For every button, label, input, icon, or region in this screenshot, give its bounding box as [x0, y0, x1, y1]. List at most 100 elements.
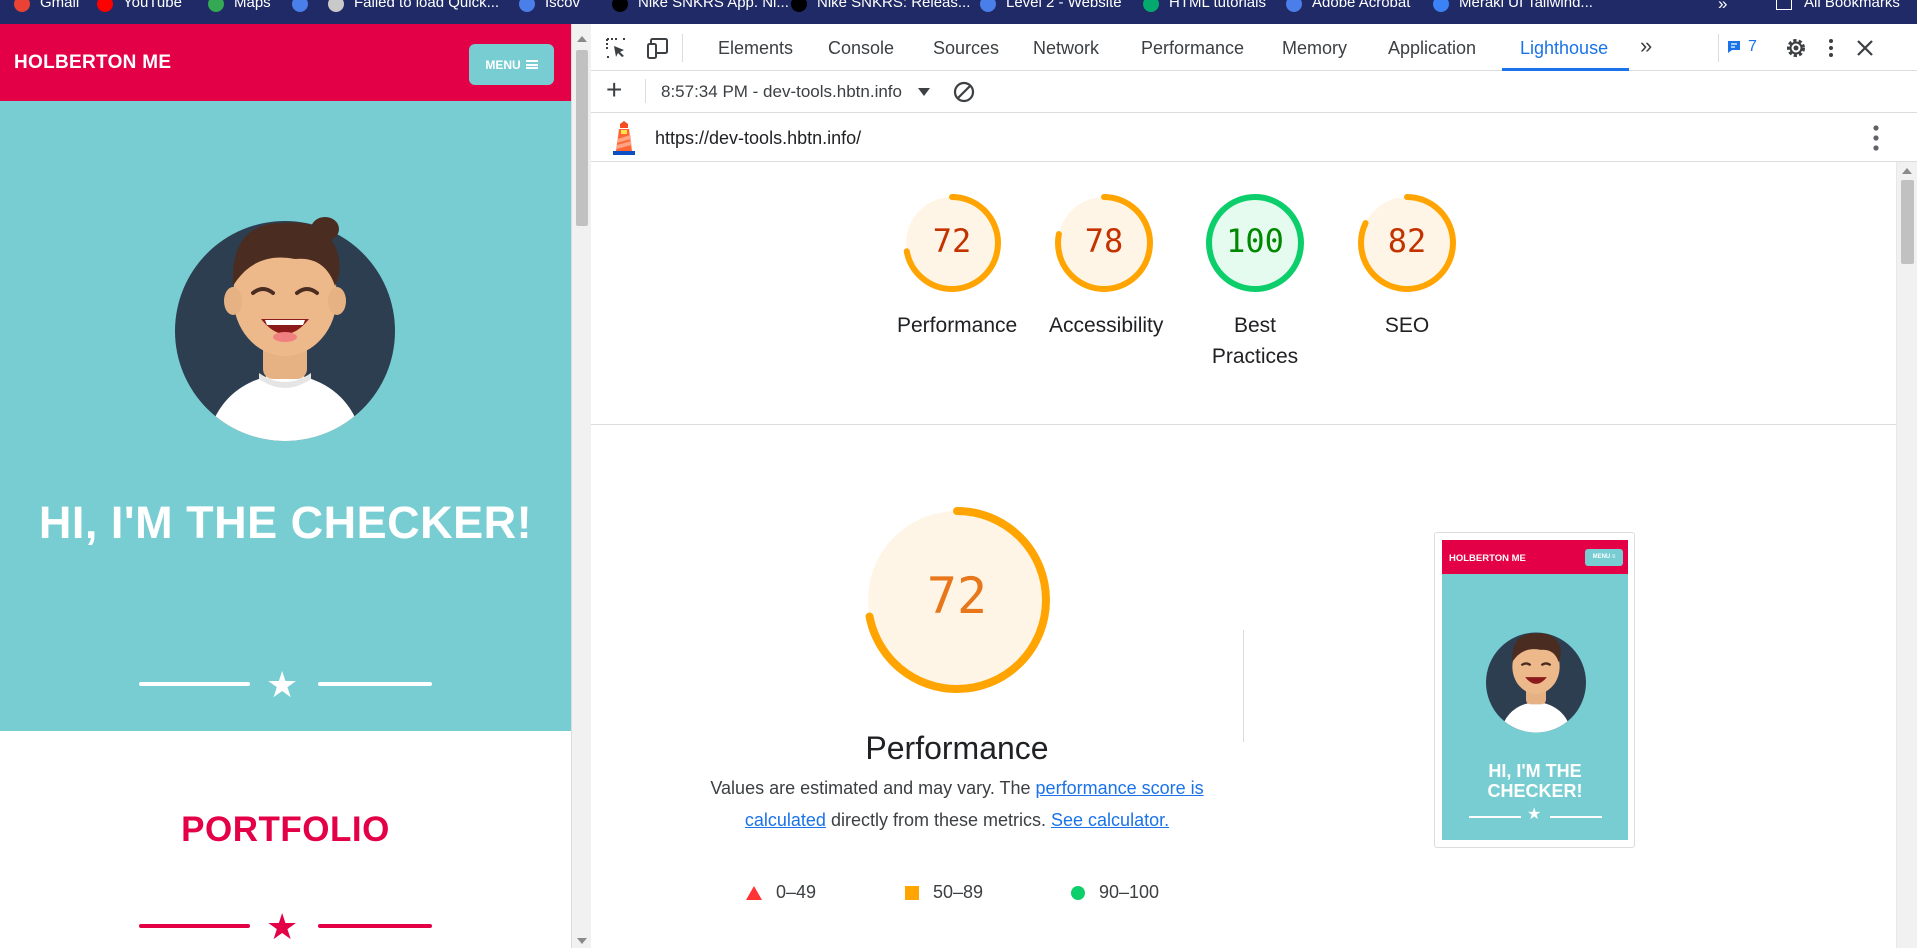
legend-fail: 0–49	[746, 882, 816, 903]
issues-counter[interactable]: 7	[1726, 38, 1757, 56]
triangle-icon	[746, 885, 762, 900]
report-select[interactable]: 8:57:34 PM - dev-tools.hbtn.info	[661, 82, 911, 102]
square-icon	[905, 885, 919, 900]
website-viewport: HOLBERTON ME MENU HI, I'M THE CHECKER! ★…	[0, 24, 571, 948]
score-legend: 0–49 50–89 90–100	[746, 882, 1206, 906]
new-report-button[interactable]: +	[606, 75, 622, 105]
bookmark-label: Iscov	[545, 0, 581, 11]
hamburger-icon	[525, 60, 538, 69]
all-bookmarks-label: All Bookmarks	[1804, 0, 1900, 11]
thumbnail-menu: MENU ≡	[1585, 549, 1623, 566]
legend-average: 50–89	[905, 882, 983, 903]
more-options-icon[interactable]	[1819, 36, 1843, 60]
globe-icon	[1286, 0, 1302, 12]
portfolio-divider: ★	[0, 907, 571, 947]
gauge-score: 82	[1387, 222, 1427, 260]
bookmark-label: Maps	[234, 0, 271, 11]
scroll-up-icon[interactable]	[577, 36, 587, 42]
site-brand[interactable]: HOLBERTON ME	[14, 52, 171, 74]
scroll-up-icon[interactable]	[1902, 168, 1912, 174]
avatar-image	[175, 217, 395, 441]
performance-description: Values are estimated and may vary. The p…	[706, 772, 1208, 836]
close-icon[interactable]	[1853, 36, 1877, 60]
hero-title: HI, I'M THE CHECKER!	[38, 497, 533, 548]
bookmark-item[interactable]: Gmail	[14, 0, 79, 14]
more-tabs-chevron-icon[interactable]: »	[1640, 33, 1652, 59]
report-url-bar: https://dev-tools.hbtn.info/	[591, 113, 1917, 162]
thumbnail-title: HI, I'M THE CHECKER!	[1487, 761, 1583, 801]
gauge-performance[interactable]: 72 Performance	[897, 192, 1017, 341]
tab-memory[interactable]: Memory	[1282, 38, 1347, 59]
summary-divider	[591, 424, 1896, 425]
legend-pass-range: 90–100	[1099, 882, 1160, 902]
lighthouse-report: 72 Performance 78 Accessibility 100 Best Prac…	[591, 162, 1896, 948]
gauge-ring: 72	[901, 192, 1003, 294]
page-icon	[328, 0, 344, 12]
gauge-ring: 78	[1053, 192, 1155, 294]
tab-application[interactable]: Application	[1388, 38, 1476, 59]
vertical-divider	[1243, 630, 1244, 742]
see-calculator-link[interactable]: See calculator.	[1051, 810, 1169, 830]
report-scrollbar[interactable]	[1896, 162, 1917, 948]
gauge-best-practices[interactable]: 100 Best Practices	[1200, 192, 1310, 372]
inspect-element-icon[interactable]	[604, 36, 628, 60]
bookmarks-bar: Gmail YouTube Maps Failed to load Quick... I…	[0, 0, 1917, 24]
bookmark-item[interactable]	[292, 0, 318, 14]
scrollbar-thumb[interactable]	[1901, 180, 1914, 264]
tab-performance[interactable]: Performance	[1141, 38, 1244, 59]
divider-line-left	[139, 682, 250, 686]
gauge-seo[interactable]: 82 SEO	[1352, 192, 1462, 341]
globe-icon	[519, 0, 535, 12]
lighthouse-toolbar: + 8:57:34 PM - dev-tools.hbtn.info	[591, 71, 1917, 113]
report-url[interactable]: https://dev-tools.hbtn.info/	[655, 128, 861, 149]
circle-icon	[1071, 885, 1085, 900]
bookmark-item[interactable]: Nike SNKRS: Releas...	[791, 0, 970, 14]
meraki-icon	[1433, 0, 1449, 12]
chevron-down-icon[interactable]	[918, 88, 930, 96]
bookmark-label: Failed to load Quick...	[354, 0, 500, 11]
bookmark-label: YouTube	[123, 0, 182, 11]
gear-icon[interactable]	[1784, 36, 1808, 60]
report-menu-icon[interactable]	[1873, 125, 1879, 151]
tab-console[interactable]: Console	[828, 38, 894, 59]
gauge-accessibility[interactable]: 78 Accessibility	[1049, 192, 1163, 341]
portfolio-section: PORTFOLIO ★	[0, 731, 571, 948]
site-menu-button[interactable]: MENU	[469, 44, 554, 85]
gauge-ring: 82	[1356, 192, 1458, 294]
legend-pass: 90–100	[1071, 882, 1159, 903]
bookmark-item[interactable]: Meraki UI Tailwind...	[1433, 0, 1593, 14]
thumbnail-navbar: HOLBERTON ME MENU ≡	[1442, 540, 1628, 574]
devtools-tabbar: Elements Console Sources Network Perform…	[591, 24, 1917, 71]
scrollbar-thumb[interactable]	[576, 50, 588, 226]
message-icon	[1728, 41, 1740, 53]
tab-lighthouse[interactable]: Lighthouse	[1520, 38, 1608, 59]
tab-sources[interactable]: Sources	[933, 38, 999, 59]
bookmark-item[interactable]: HTML tutorials	[1143, 0, 1266, 14]
clear-reports-icon[interactable]	[953, 81, 975, 103]
website-scrollbar[interactable]	[571, 24, 591, 948]
final-screenshot-thumbnail[interactable]: HOLBERTON ME MENU ≡ HI, I'M THE CHECKER!…	[1434, 532, 1635, 848]
tab-elements[interactable]: Elements	[718, 38, 793, 59]
bookmark-item[interactable]: Adobe Acrobat	[1286, 0, 1410, 14]
star-icon: ★	[1527, 806, 1542, 823]
device-toolbar-icon[interactable]	[646, 36, 670, 60]
bookmark-item[interactable]: Iscov	[519, 0, 580, 14]
bookmark-item[interactable]: Nike SNKRS App. Ni...	[612, 0, 789, 14]
gauge-label: SEO	[1384, 314, 1430, 337]
bookmark-item[interactable]: Failed to load Quick...	[328, 0, 499, 14]
bookmark-item[interactable]: Maps	[208, 0, 271, 14]
bookmark-item[interactable]: Level 2 - Website	[980, 0, 1122, 14]
bookmarks-overflow-chevron[interactable]: »	[1718, 0, 1727, 14]
star-icon: ★	[266, 906, 299, 947]
folder-icon	[1776, 0, 1792, 10]
nike-icon	[612, 0, 628, 12]
scroll-down-icon[interactable]	[577, 938, 587, 944]
bookmark-item[interactable]: YouTube	[97, 0, 182, 14]
tab-network[interactable]: Network	[1033, 38, 1099, 59]
site-hero: HI, I'M THE CHECKER! ★	[0, 101, 571, 731]
site-navbar: HOLBERTON ME MENU	[0, 24, 571, 101]
thumbnail-avatar	[1486, 632, 1586, 733]
nike-icon	[791, 0, 807, 12]
all-bookmarks-button[interactable]: All Bookmarks	[1776, 0, 1900, 11]
issues-count: 7	[1748, 38, 1757, 55]
